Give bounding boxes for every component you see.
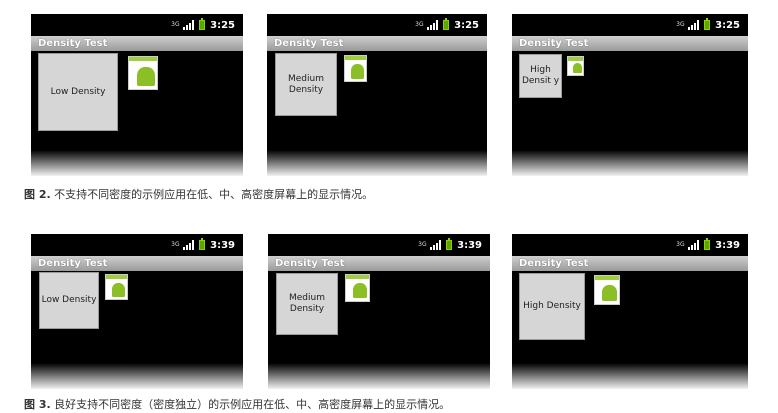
screenshot-fig3-medium: 3G 3:39 Density Test Medium Density — [268, 234, 490, 389]
android-icon — [345, 274, 370, 302]
screenshot-fig3-low: 3G 3:39 Density Test Low Density — [31, 234, 243, 389]
battery-icon — [199, 18, 206, 30]
signal-icon — [427, 20, 439, 30]
status-bar: 3G 3:39 — [268, 234, 490, 256]
density-button[interactable]: Medium Density — [276, 273, 338, 335]
status-bar: 3G 3:25 — [31, 14, 243, 36]
status-bar: 3G 3:39 — [512, 234, 748, 256]
android-icon — [594, 275, 620, 305]
clock: 3:25 — [210, 19, 235, 31]
3g-icon: 3G — [171, 241, 180, 248]
clock: 3:25 — [454, 19, 479, 31]
app-title: Density Test — [31, 36, 243, 51]
status-bar: 3G 3:25 — [512, 14, 748, 36]
3g-icon: 3G — [676, 21, 685, 28]
app-title: Density Test — [31, 256, 243, 271]
signal-icon — [430, 240, 442, 250]
android-icon — [128, 56, 158, 90]
figure2-caption: 图 2. 不支持不同密度的示例应用在低、中、高密度屏幕上的显示情况。 — [24, 186, 373, 202]
status-bar: 3G 3:39 — [31, 234, 243, 256]
android-icon — [344, 55, 367, 82]
battery-icon — [443, 18, 450, 30]
signal-icon — [183, 20, 195, 30]
clock: 3:25 — [715, 19, 740, 31]
screenshot-fig2-medium: 3G 3:25 Density Test Medium Density — [267, 14, 487, 176]
screenshot-fig2-high: 3G 3:25 Density Test High Densit y — [512, 14, 748, 176]
figure3-caption-text: 良好支持不同密度（密度独立）的示例应用在低、中、高密度屏幕上的显示情况。 — [50, 398, 451, 411]
clock: 3:39 — [457, 239, 482, 251]
density-button[interactable]: High Density — [519, 273, 585, 340]
figure3-caption-label: 图 3. — [24, 398, 51, 411]
app-title: Density Test — [268, 256, 490, 271]
clock: 3:39 — [715, 239, 740, 251]
figure2-caption-label: 图 2. — [24, 188, 51, 201]
app-title: Density Test — [512, 256, 748, 271]
android-icon — [567, 56, 584, 76]
signal-icon — [688, 240, 700, 250]
screenshot-fig2-low: 3G 3:25 Density Test Low Density — [31, 14, 243, 176]
3g-icon: 3G — [676, 241, 685, 248]
density-button[interactable]: High Densit y — [519, 54, 562, 98]
density-button[interactable]: Low Density — [38, 53, 118, 131]
density-button[interactable]: Low Density — [39, 272, 99, 329]
signal-icon — [183, 240, 195, 250]
app-title: Density Test — [267, 36, 487, 51]
density-button[interactable]: Medium Density — [275, 53, 337, 116]
clock: 3:39 — [210, 239, 235, 251]
battery-icon — [446, 238, 453, 250]
figure3-caption: 图 3. 良好支持不同密度（密度独立）的示例应用在低、中、高密度屏幕上的显示情况… — [24, 396, 450, 412]
battery-icon — [199, 238, 206, 250]
3g-icon: 3G — [418, 241, 427, 248]
figure2-caption-text: 不支持不同密度的示例应用在低、中、高密度屏幕上的显示情况。 — [50, 188, 374, 201]
battery-icon — [704, 18, 711, 30]
app-title: Density Test — [512, 36, 748, 51]
3g-icon: 3G — [171, 21, 180, 28]
battery-icon — [704, 238, 711, 250]
signal-icon — [688, 20, 700, 30]
screenshot-fig3-high: 3G 3:39 Density Test High Density — [512, 234, 748, 389]
android-icon — [105, 274, 128, 300]
3g-icon: 3G — [415, 21, 424, 28]
status-bar: 3G 3:25 — [267, 14, 487, 36]
